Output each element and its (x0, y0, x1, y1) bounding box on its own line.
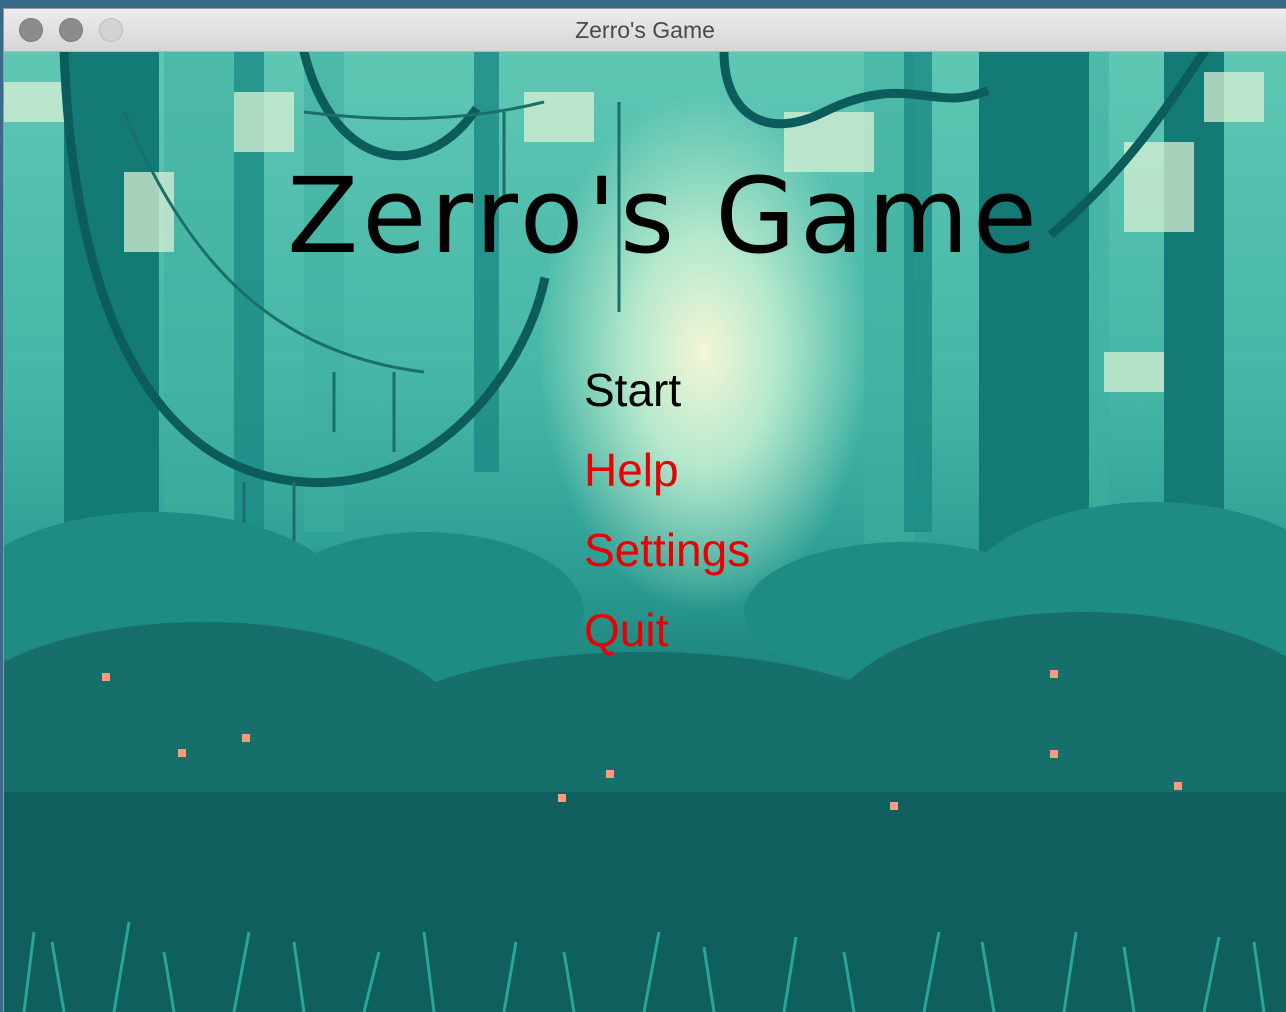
game-title: Zerro's Game (287, 155, 1041, 277)
forest-background-scene: Zerro's Game Start Help Settings Quit (4, 52, 1286, 1012)
window-title: Zerro's Game (575, 17, 715, 43)
menu-item-quit[interactable]: Quit (584, 590, 750, 670)
menu-item-start[interactable]: Start (584, 350, 750, 430)
window-titlebar[interactable]: Zerro's Game (4, 9, 1286, 52)
game-window: Zerro's Game Zerro's Game Start Help Set… (4, 9, 1286, 1012)
main-menu: Start Help Settings Quit (584, 350, 750, 670)
menu-item-help[interactable]: Help (584, 430, 750, 510)
menu-item-settings[interactable]: Settings (584, 510, 750, 590)
